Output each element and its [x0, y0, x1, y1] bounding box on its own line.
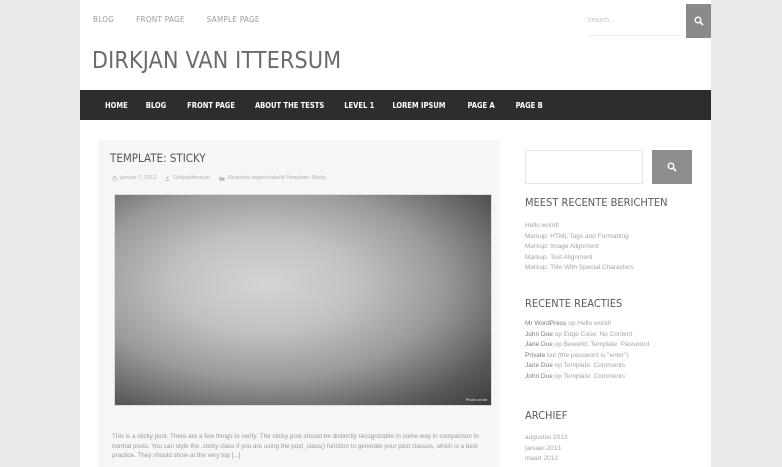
search-icon	[667, 162, 677, 172]
recent-post-item[interactable]: Markup: Image Alignment	[525, 242, 705, 253]
sticky-post: TEMPLATE: STICKY januari 7, 2012 Dirkjan…	[98, 140, 500, 467]
nav-page-a[interactable]: PAGE A	[467, 101, 494, 110]
top-nav: BLOG FRONT PAGE SAMPLE PAGE	[93, 15, 260, 24]
recent-comments-list: Mr WordPress op Hello world! John Doe op…	[525, 319, 705, 383]
comment-post-link[interactable]: Bewerkt: Template: Password	[564, 341, 650, 348]
comment-on: op	[554, 372, 562, 380]
archive-list: augustus 2013 januari 2013 maart 2012	[525, 433, 705, 465]
widget-title-recent-comments: RECENTE REACTIES	[525, 297, 623, 310]
top-search-input[interactable]: Search...	[587, 6, 679, 36]
comment-on: op	[554, 341, 562, 349]
comment-post-link[interactable]: Edge Case: No Content	[564, 331, 633, 338]
nav-level-1[interactable]: LEVEL 1	[344, 101, 374, 110]
sidebar-search-button[interactable]	[652, 150, 692, 184]
comment-author[interactable]: Private	[525, 352, 545, 359]
sidebar-search-input[interactable]	[525, 150, 643, 184]
comment-on: op	[554, 362, 562, 370]
comment-post-link[interactable]: Template: Comments	[564, 373, 625, 380]
recent-comment-item: Jane Doe op Bewerkt: Template: Password	[525, 340, 705, 351]
recent-post-item[interactable]: Hello world!	[525, 221, 705, 232]
post-categories[interactable]: Reacties uitgeschakeld Template: Sticky	[228, 175, 326, 181]
comment-author[interactable]: Mr WordPress	[525, 320, 566, 327]
archive-item[interactable]: maart 2012	[525, 454, 705, 465]
archive-item[interactable]: augustus 2013	[525, 433, 705, 444]
recent-comment-item: Mr WordPress op Hello world!	[525, 319, 705, 330]
nav-front-page[interactable]: FRONT PAGE	[187, 101, 235, 110]
archive-item[interactable]: januari 2013	[525, 444, 705, 455]
recent-comment-item: John Doe op Template: Comments	[525, 372, 705, 383]
comment-author[interactable]: John Doe	[525, 373, 553, 380]
recent-post-item[interactable]: Markup: Title With Special Characters	[525, 263, 705, 274]
top-nav-sample-page[interactable]: SAMPLE PAGE	[207, 15, 260, 24]
recent-post-item[interactable]: Markup: HTML Tags and Formatting	[525, 232, 705, 243]
comment-post-link[interactable]: Template: Comments	[564, 362, 625, 369]
comment-post-link[interactable]: Hello world!	[577, 320, 611, 327]
page-container: BLOG FRONT PAGE SAMPLE PAGE Search... DI…	[80, 0, 711, 467]
comment-author[interactable]: Jane Doe	[525, 362, 553, 369]
site-title[interactable]: DIRKJAN VAN ITTERSUM	[92, 48, 341, 74]
comment-on: op	[568, 320, 576, 327]
top-nav-blog[interactable]: BLOG	[93, 15, 114, 24]
comment-on: op	[554, 330, 562, 338]
widget-title-archive: ARCHIEF	[525, 409, 568, 422]
featured-image[interactable]: Photo credit	[114, 194, 492, 406]
recent-comment-item: Private but (the password is "enter")	[525, 351, 705, 362]
recent-comment-item: John Doe op Edge Case: No Content	[525, 330, 705, 341]
user-icon	[165, 176, 170, 181]
post-meta: januari 7, 2012 Dirkjanittersum Reacties…	[112, 175, 326, 181]
nav-page-b[interactable]: PAGE B	[516, 101, 543, 110]
recent-posts-list: Hello world! Markup: HTML Tags and Forma…	[525, 221, 705, 274]
top-search-button[interactable]	[686, 4, 711, 38]
comment-author[interactable]: John Doe	[525, 331, 553, 338]
post-title[interactable]: TEMPLATE: STICKY	[110, 151, 206, 165]
clock-icon	[112, 175, 117, 181]
comment-author[interactable]: Jane Doe	[525, 341, 553, 348]
image-credit: Photo credit	[465, 397, 487, 402]
widget-title-recent-posts: MEEST RECENTE BERICHTEN	[525, 196, 668, 209]
nav-home[interactable]: HOME	[105, 101, 128, 110]
nav-blog[interactable]: BLOG	[146, 101, 166, 110]
post-author[interactable]: Dirkjanittersum	[173, 175, 210, 181]
top-bar: BLOG FRONT PAGE SAMPLE PAGE Search...	[80, 0, 711, 40]
recent-post-item[interactable]: Markup: Text Alignment	[525, 253, 705, 264]
recent-comment-item: Jane Doe op Template: Comments	[525, 361, 705, 372]
nav-lorem-ipsum[interactable]: LOREM IPSUM	[392, 101, 445, 110]
folder-icon	[219, 176, 225, 181]
top-nav-front-page[interactable]: FRONT PAGE	[136, 15, 185, 24]
post-excerpt: This is a sticky post. There are a few t…	[112, 433, 479, 459]
search-icon	[694, 16, 704, 26]
main-nav: HOME BLOG FRONT PAGE ABOUT THE TESTS LEV…	[80, 90, 711, 120]
post-date[interactable]: januari 7, 2012	[120, 175, 156, 181]
nav-about-the-tests[interactable]: ABOUT THE TESTS	[255, 101, 324, 110]
comment-post-link[interactable]: but (the password is "enter")	[547, 352, 629, 359]
